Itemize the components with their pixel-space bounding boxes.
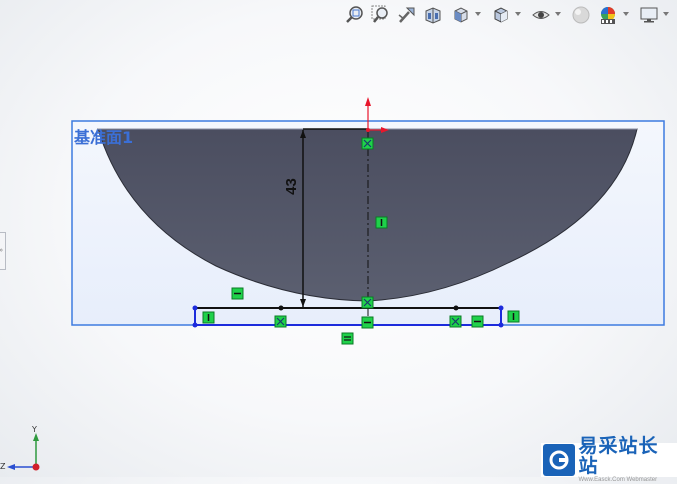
horizontal-relation-icon[interactable] xyxy=(231,287,244,300)
watermark-logo-icon xyxy=(543,444,575,476)
rect-corner-point[interactable] xyxy=(498,305,504,311)
equal-relation-icon[interactable] xyxy=(341,332,354,345)
origin-point[interactable] xyxy=(366,128,370,132)
dimension-value[interactable]: 43 xyxy=(283,178,300,195)
vertical-relation-icon[interactable] xyxy=(375,216,388,229)
triad-y-label: Y xyxy=(32,425,37,434)
watermark: 易采站长站 Www.Easck.Com Webmaster xyxy=(541,436,677,483)
vertical-relation-icon[interactable] xyxy=(202,311,215,324)
coincident-relation-icon[interactable] xyxy=(449,315,462,328)
coincident-relation-icon[interactable] xyxy=(361,137,374,150)
rect-corner-point[interactable] xyxy=(192,322,198,328)
horizontal-relation-icon[interactable] xyxy=(361,316,374,329)
sketch-point[interactable] xyxy=(453,305,459,311)
coincident-relation-icon[interactable] xyxy=(274,315,287,328)
reference-triad xyxy=(7,433,40,471)
watermark-brand: 易采站长站 xyxy=(578,435,659,477)
triad-z-label: Z xyxy=(0,462,6,471)
graphics-area[interactable] xyxy=(0,0,677,477)
vertical-relation-icon[interactable] xyxy=(507,310,520,323)
rect-corner-point[interactable] xyxy=(498,322,504,328)
horizontal-relation-icon[interactable] xyxy=(471,315,484,328)
coincident-relation-icon[interactable] xyxy=(361,296,374,309)
rect-corner-point[interactable] xyxy=(192,305,198,311)
watermark-url: Www.Easck.Com Webmaster xyxy=(578,477,658,483)
plane-label[interactable]: 基准面1 xyxy=(74,124,133,148)
origin-arrow-icon xyxy=(365,97,371,106)
sketch-point[interactable] xyxy=(278,305,284,311)
